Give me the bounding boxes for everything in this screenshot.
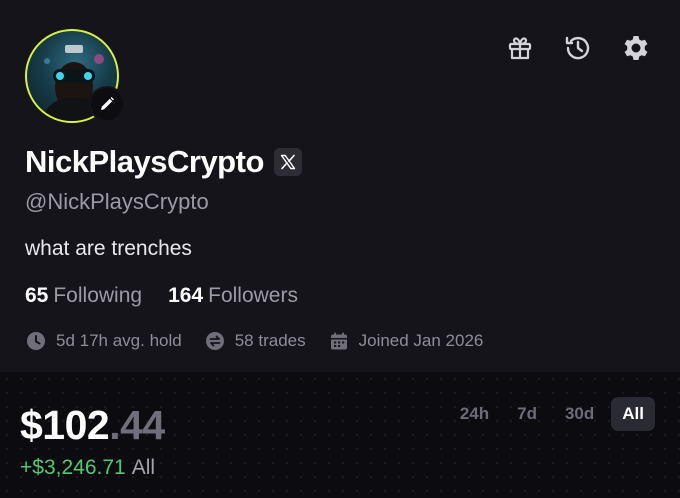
avg-hold-stat: 5d 17h avg. hold (25, 330, 182, 352)
calendar-icon (328, 330, 350, 352)
settings-button[interactable] (620, 32, 652, 64)
user-bio: what are trenches (25, 237, 192, 260)
gift-icon (508, 37, 532, 60)
swap-icon (204, 330, 226, 352)
profile-header: NickPlaysCrypto @NickPlaysCrypto what ar… (0, 0, 680, 372)
pnl-period: All (131, 456, 156, 479)
trades-stat: 58 trades (204, 330, 306, 352)
range-7d-button[interactable]: 7d (506, 397, 548, 431)
history-button[interactable] (562, 32, 594, 64)
user-handle: @NickPlaysCrypto (25, 189, 209, 214)
x-account-link[interactable] (273, 148, 302, 176)
x-logo-icon (280, 154, 296, 170)
time-range-selector: 24h 7d 30d All (449, 397, 655, 431)
display-name: NickPlaysCrypto (25, 144, 264, 179)
portfolio-value: $102.44 (20, 402, 165, 449)
history-icon (565, 36, 590, 60)
clock-icon (25, 330, 47, 352)
follow-counts: 65 Following 164 Followers (25, 284, 298, 308)
avg-hold-text: 5d 17h avg. hold (56, 331, 182, 350)
followers-link[interactable]: 164 Followers (168, 284, 298, 308)
header-actions (504, 32, 652, 64)
joined-stat: Joined Jan 2026 (328, 330, 484, 352)
following-count: 65 (25, 284, 49, 307)
following-link[interactable]: 65 Following (25, 284, 142, 308)
profile-stats: 5d 17h avg. hold 58 trades Joined Jan 20… (25, 330, 483, 352)
range-30d-button[interactable]: 30d (554, 397, 605, 431)
gear-icon (624, 36, 648, 60)
gift-button[interactable] (504, 32, 536, 64)
portfolio-panel: $102.44 +$3,246.71 All 24h 7d 30d All (0, 372, 680, 498)
range-24h-button[interactable]: 24h (449, 397, 500, 431)
name-row: NickPlaysCrypto (25, 144, 302, 180)
pnl-summary: +$3,246.71 All (20, 456, 155, 480)
followers-label: Followers (208, 284, 298, 307)
followers-count: 164 (168, 284, 204, 307)
pnl-value: +$3,246.71 (20, 456, 126, 479)
joined-text: Joined Jan 2026 (358, 331, 484, 350)
following-label: Following (53, 284, 143, 307)
portfolio-value-main: $102 (20, 402, 110, 448)
trades-text: 58 trades (234, 331, 306, 350)
range-all-button[interactable]: All (611, 397, 655, 431)
avatar-container (25, 29, 125, 123)
edit-avatar-button[interactable] (89, 86, 125, 122)
pencil-icon (101, 97, 114, 110)
portfolio-value-decimal: .44 (109, 402, 165, 448)
